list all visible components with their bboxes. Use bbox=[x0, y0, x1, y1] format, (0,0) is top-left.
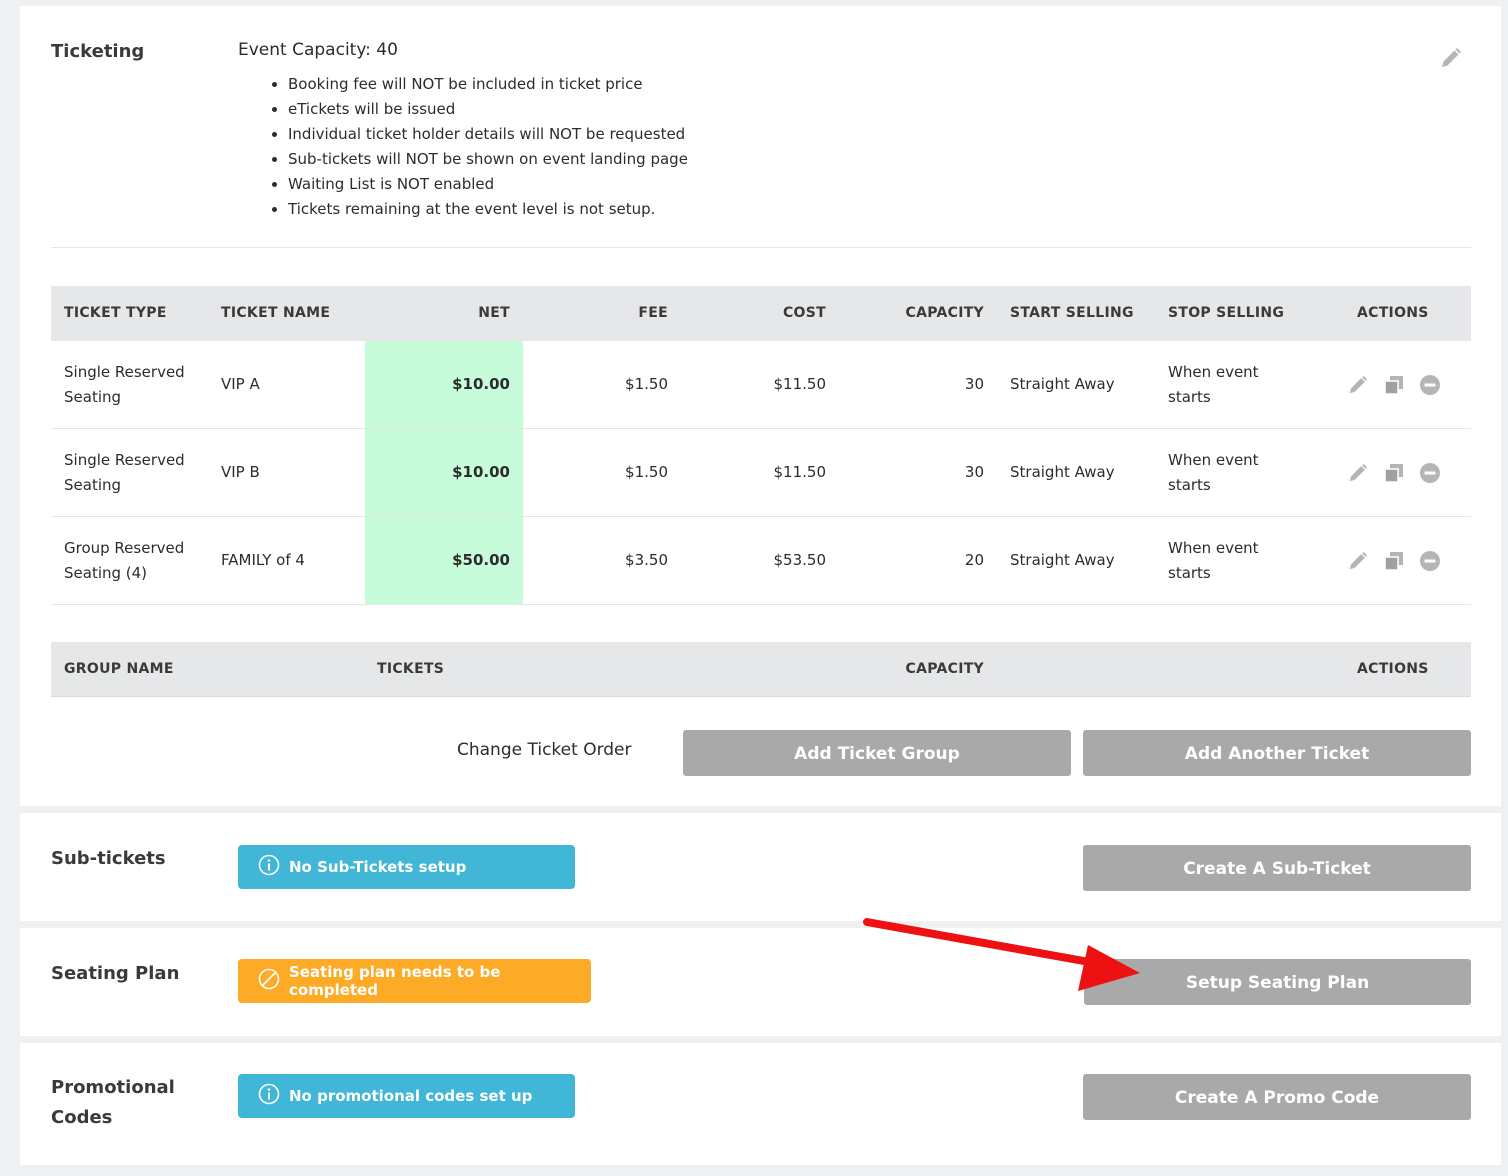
tickets-table: TICKET TYPE TICKET NAME NET FEE COST CAP… bbox=[51, 286, 1471, 606]
table-row: Group Reserved Seating (4) FAMILY of 4 $5… bbox=[51, 517, 1471, 605]
pencil-icon[interactable] bbox=[1347, 462, 1369, 484]
stop-selling-cell: When event starts bbox=[1168, 362, 1259, 406]
ticketing-title: Ticketing bbox=[51, 41, 145, 62]
ticket-type-cell: Group Reserved Seating (4) bbox=[64, 538, 185, 582]
table-row: Single Reserved Seating VIP B $10.00 $1.5… bbox=[51, 429, 1471, 517]
stop-selling-cell: When event starts bbox=[1168, 538, 1259, 582]
list-item: eTickets will be issued bbox=[288, 97, 688, 122]
ticket-name-cell: VIP A bbox=[221, 375, 260, 393]
pencil-icon[interactable] bbox=[1347, 374, 1369, 396]
table-row: Single Reserved Seating VIP A $10.00 $1.5… bbox=[51, 341, 1471, 429]
tickets-table-header: TICKET TYPE TICKET NAME NET FEE COST CAP… bbox=[51, 286, 1471, 341]
start-selling-cell: Straight Away bbox=[1010, 463, 1115, 481]
start-selling-cell: Straight Away bbox=[1010, 375, 1115, 393]
sub-tickets-title: Sub-tickets bbox=[51, 848, 166, 869]
net-cell: $10.00 bbox=[365, 341, 523, 428]
header-stop-selling: STOP SELLING bbox=[1168, 305, 1285, 321]
change-ticket-order-link[interactable]: Change Ticket Order bbox=[457, 740, 632, 760]
seating-plan-panel: Seating Plan Seating plan needs to be co… bbox=[20, 928, 1501, 1036]
list-item: Tickets remaining at the event level is … bbox=[288, 197, 688, 222]
list-item: Sub-tickets will NOT be shown on event l… bbox=[288, 147, 688, 172]
list-item: Individual ticket holder details will NO… bbox=[288, 122, 688, 147]
event-capacity: Event Capacity: 40 bbox=[238, 40, 398, 60]
cost-cell: $53.50 bbox=[773, 551, 827, 569]
net-cell: $10.00 bbox=[365, 429, 523, 516]
add-another-ticket-button[interactable]: Add Another Ticket bbox=[1083, 730, 1471, 776]
ticket-name-cell: FAMILY of 4 bbox=[221, 551, 305, 569]
groups-table-header: GROUP NAME TICKETS CAPACITY ACTIONS bbox=[51, 642, 1471, 697]
header-group-name: GROUP NAME bbox=[64, 661, 174, 677]
pencil-icon[interactable] bbox=[1347, 550, 1369, 572]
copy-icon[interactable] bbox=[1383, 462, 1405, 484]
alert-text: Seating plan needs to be completed bbox=[289, 963, 501, 999]
fee-cell: $3.50 bbox=[625, 551, 668, 569]
info-icon bbox=[258, 1083, 280, 1109]
copy-icon[interactable] bbox=[1383, 550, 1405, 572]
alert-text: No promotional codes set up bbox=[289, 1087, 533, 1105]
no-promo-codes-alert: No promotional codes set up bbox=[238, 1074, 575, 1118]
list-item: Booking fee will NOT be included in tick… bbox=[288, 72, 688, 97]
promo-codes-panel: Promotional Codes No promotional codes se… bbox=[20, 1043, 1501, 1165]
cost-cell: $11.50 bbox=[773, 463, 827, 481]
header-fee: FEE bbox=[638, 305, 668, 321]
minus-circle-icon[interactable] bbox=[1419, 374, 1441, 396]
ticketing-settings-list: Booking fee will NOT be included in tick… bbox=[270, 72, 688, 222]
ticketing-panel: Ticketing Event Capacity: 40 Booking fee… bbox=[20, 6, 1501, 806]
capacity-cell: 30 bbox=[964, 375, 984, 393]
ticket-name-cell: VIP B bbox=[221, 463, 260, 481]
seating-plan-title: Seating Plan bbox=[51, 963, 180, 984]
ticket-type-cell: Single Reserved Seating bbox=[64, 450, 185, 494]
add-ticket-group-button[interactable]: Add Ticket Group bbox=[683, 730, 1071, 776]
header-ticket-name: TICKET NAME bbox=[221, 305, 331, 321]
header-actions: ACTIONS bbox=[1357, 661, 1429, 677]
row-actions bbox=[1347, 341, 1441, 428]
no-sub-tickets-alert: No Sub-Tickets setup bbox=[238, 845, 575, 889]
ticket-type-cell: Single Reserved Seating bbox=[64, 362, 185, 406]
info-icon bbox=[258, 854, 280, 880]
minus-circle-icon[interactable] bbox=[1419, 550, 1441, 572]
seating-plan-warning-alert: Seating plan needs to be completed bbox=[238, 959, 591, 1003]
capacity-cell: 30 bbox=[964, 463, 984, 481]
header-cost: COST bbox=[782, 305, 826, 321]
sub-tickets-panel: Sub-tickets No Sub-Tickets setup Create … bbox=[20, 813, 1501, 921]
copy-icon[interactable] bbox=[1383, 374, 1405, 396]
minus-circle-icon[interactable] bbox=[1419, 462, 1441, 484]
start-selling-cell: Straight Away bbox=[1010, 551, 1115, 569]
stop-selling-cell: When event starts bbox=[1168, 450, 1259, 494]
promo-codes-title: Promotional Codes bbox=[51, 1077, 175, 1128]
alert-text: No Sub-Tickets setup bbox=[289, 858, 467, 876]
cost-cell: $11.50 bbox=[773, 375, 827, 393]
header-ticket-type: TICKET TYPE bbox=[64, 305, 167, 321]
header-actions: ACTIONS bbox=[1357, 305, 1429, 321]
header-tickets: TICKETS bbox=[377, 661, 445, 677]
fee-cell: $1.50 bbox=[625, 463, 668, 481]
header-net: NET bbox=[478, 305, 510, 321]
pencil-icon[interactable] bbox=[1439, 46, 1463, 70]
row-actions bbox=[1347, 517, 1441, 604]
create-promo-code-button[interactable]: Create A Promo Code bbox=[1083, 1074, 1471, 1120]
net-cell: $50.00 bbox=[365, 517, 523, 604]
header-start-selling: START SELLING bbox=[1010, 305, 1134, 321]
prohibited-icon bbox=[258, 968, 280, 994]
list-item: Waiting List is NOT enabled bbox=[288, 172, 688, 197]
header-capacity: CAPACITY bbox=[905, 305, 984, 321]
create-sub-ticket-button[interactable]: Create A Sub-Ticket bbox=[1083, 845, 1471, 891]
capacity-cell: 20 bbox=[964, 551, 984, 569]
row-actions bbox=[1347, 429, 1441, 516]
section-divider bbox=[51, 247, 1471, 248]
header-capacity: CAPACITY bbox=[905, 661, 984, 677]
ticket-groups-table: GROUP NAME TICKETS CAPACITY ACTIONS bbox=[51, 642, 1471, 700]
setup-seating-plan-button[interactable]: Setup Seating Plan bbox=[1084, 959, 1471, 1005]
fee-cell: $1.50 bbox=[625, 375, 668, 393]
